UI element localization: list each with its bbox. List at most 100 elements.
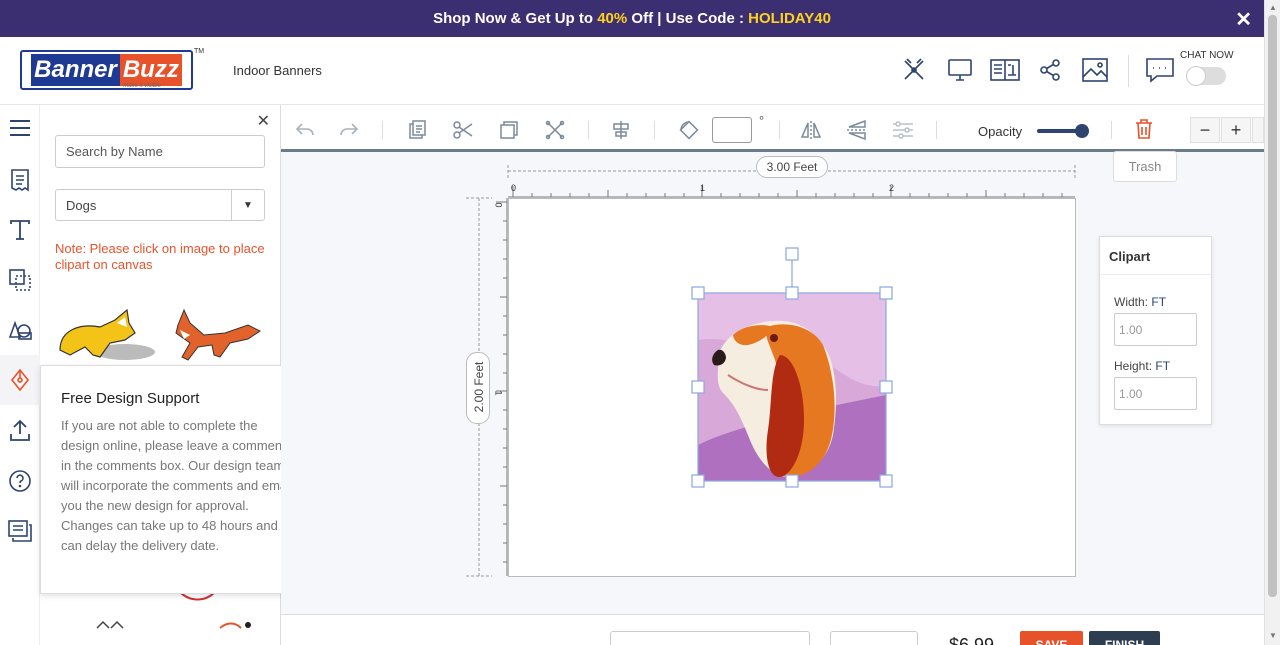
left-ruler-label: 1 (493, 390, 504, 396)
canvas-height-label: 2.00 Feet (466, 352, 490, 424)
top-ruler-label: 0 (511, 183, 517, 193)
close-panel-icon[interactable]: ✕ (257, 111, 270, 131)
template-icon[interactable] (0, 160, 40, 200)
share-icon[interactable] (1035, 55, 1065, 85)
tool-rail (0, 105, 40, 645)
chat-now-label: CHAT NOW (1180, 50, 1234, 61)
help-icon[interactable] (0, 461, 40, 501)
bannerbuzz-logo[interactable]: Banner Buzz make it visible (20, 50, 193, 90)
top-ruler-label: 2 (889, 183, 895, 193)
flip-vertical-icon[interactable] (845, 118, 869, 142)
chevron-down-icon[interactable]: ▼ (231, 190, 264, 220)
popup-title: Free Design Support (61, 390, 200, 407)
selected-clipart-dog[interactable] (688, 245, 896, 490)
logo-part-buzz: Buzz (119, 54, 182, 86)
properties-title: Clipart (1100, 237, 1211, 275)
zoom-in-button[interactable]: + (1221, 117, 1251, 143)
canvas-width-label: 3.00 Feet (756, 156, 828, 178)
category-select[interactable]: Dogs ▼ (55, 189, 265, 221)
trash-icon[interactable] (1133, 118, 1155, 140)
degree-symbol: ° (759, 113, 765, 128)
zoom-out-button[interactable]: − (1190, 117, 1220, 143)
page-scrollbar[interactable]: ▲ ▼ (1264, 0, 1280, 645)
background-icon[interactable] (0, 360, 40, 400)
clipart-note: Note: Please click on image to place cli… (55, 241, 265, 272)
scrollbar-thumb[interactable] (1268, 15, 1277, 597)
quantity-select[interactable] (830, 631, 918, 645)
height-label: Height: FT (1114, 359, 1170, 373)
toolbar-separator (936, 121, 937, 139)
popup-body: If you are not able to complete the desi… (61, 418, 293, 553)
toolbar-separator (588, 121, 589, 139)
shapes-icon[interactable] (0, 260, 40, 300)
opacity-label: Opacity (978, 124, 1023, 139)
text-icon[interactable] (0, 210, 40, 250)
opacity-slider[interactable] (1037, 124, 1089, 138)
opacity-slider-handle[interactable] (1075, 124, 1089, 138)
delete-object-icon[interactable] (543, 118, 567, 142)
toolbar-separator (654, 121, 655, 139)
price-display: $6.99 (949, 635, 995, 645)
left-ruler-label: 0 (493, 202, 504, 208)
zoom-level-button[interactable] (1252, 117, 1264, 143)
width-label: Width: FT (1114, 295, 1166, 309)
cut-icon[interactable] (451, 118, 475, 142)
logo-part-banner: Banner (31, 54, 120, 86)
clipart-partial-thumbnail[interactable] (95, 620, 125, 630)
menu-icon[interactable] (0, 108, 40, 148)
toggle-knob (1186, 66, 1206, 86)
chat-icon[interactable] (1143, 55, 1177, 85)
clipart-partial-thumbnail[interactable] (215, 620, 255, 630)
width-input[interactable]: 1.00 (1114, 313, 1197, 346)
editor-toolbar: ° Opacity − + (281, 105, 1264, 152)
product-details-icon[interactable] (990, 55, 1020, 85)
scroll-up-icon[interactable]: ▲ (1269, 3, 1277, 12)
toolbar-separator (779, 121, 780, 139)
header-divider (1128, 55, 1129, 87)
width-unit: FT (1151, 295, 1167, 309)
clipart-yellow-fox[interactable] (55, 305, 160, 365)
design-tools-icon[interactable] (899, 55, 929, 85)
promo-banner[interactable]: Shop Now & Get Up to 40% Off | Use Code … (0, 0, 1264, 37)
size-select[interactable] (610, 631, 810, 645)
logo-tagline: make it visible (123, 83, 161, 89)
clipart-red-fox[interactable] (170, 305, 265, 365)
top-ruler-label: 1 (700, 183, 706, 193)
scroll-down-icon[interactable]: ▼ (1269, 631, 1277, 640)
finish-button[interactable]: FINISH (1089, 631, 1160, 645)
redo-icon[interactable] (337, 118, 361, 142)
site-header: Banner Buzz make it visible TM Indoor Ban… (0, 37, 1264, 105)
flip-horizontal-icon[interactable] (799, 118, 823, 142)
undo-icon[interactable] (293, 118, 317, 142)
promo-text: Shop Now & Get Up to (433, 10, 598, 27)
promo-code: HOLIDAY40 (748, 10, 831, 27)
upload-icon[interactable] (0, 410, 40, 450)
comments-icon[interactable] (0, 511, 40, 551)
clipart-properties-panel: Clipart Width: FT 1.00 Height: FT 1.00 (1099, 236, 1212, 425)
adjust-settings-icon[interactable] (891, 118, 915, 142)
left-ruler-ticks (496, 201, 507, 563)
rotation-angle-input[interactable] (712, 117, 752, 143)
image-preview-icon[interactable] (1080, 55, 1110, 85)
clipart-icon[interactable] (0, 310, 40, 350)
desktop-preview-icon[interactable] (945, 55, 975, 85)
canvas-height-text: 2.00 Feet (472, 361, 486, 413)
clipart-search-input[interactable] (55, 135, 265, 168)
trash-tooltip: Trash (1113, 151, 1177, 182)
duplicate-icon[interactable] (497, 118, 521, 142)
save-button[interactable]: SAVE (1020, 631, 1083, 645)
trademark-symbol: TM (194, 48, 205, 55)
rotate-icon[interactable] (677, 118, 701, 142)
editor-footer: $6.99 SAVE FINISH (281, 614, 1264, 645)
promo-text-middle: Off | Use Code : (627, 10, 749, 27)
promo-discount: 40% (597, 10, 628, 27)
product-title: Indoor Banners (233, 63, 322, 78)
close-promo-icon[interactable]: ✕ (1235, 7, 1252, 32)
height-input[interactable]: 1.00 (1114, 377, 1197, 410)
chat-toggle[interactable] (1186, 66, 1226, 86)
height-label-text: Height: (1114, 359, 1153, 373)
paste-icon[interactable] (405, 118, 429, 142)
toolbar-separator (382, 121, 383, 139)
height-unit: FT (1155, 359, 1171, 373)
align-center-icon[interactable] (609, 118, 633, 142)
